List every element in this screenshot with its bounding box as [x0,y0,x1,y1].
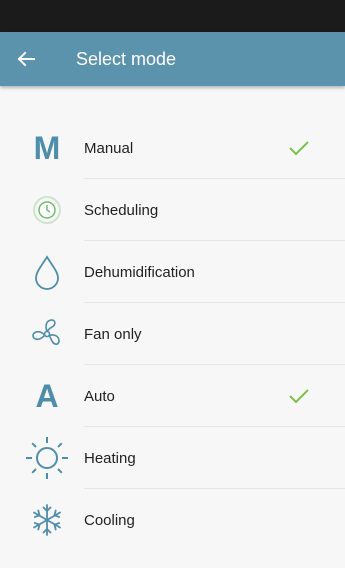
mode-label: Heating [84,449,136,467]
mode-list: M Manual Scheduling Dehumidification Fan… [0,117,345,551]
status-bar [0,0,345,32]
droplet-icon [21,246,73,298]
app-bar: Select mode [0,32,345,86]
clock-icon [21,184,73,236]
checkmark-icon [289,389,309,404]
mode-fan-only[interactable]: Fan only [0,303,345,365]
mode-manual[interactable]: M Manual [0,117,345,179]
mode-auto[interactable]: A Auto [0,365,345,427]
snowflake-icon [21,494,73,546]
mode-dehumidification[interactable]: Dehumidification [0,241,345,303]
letter-a-icon: A [35,378,59,414]
letter-m-icon: M [33,130,61,166]
fan-icon [21,308,73,360]
mode-cooling[interactable]: Cooling [0,489,345,551]
mode-heating[interactable]: Heating [0,427,345,489]
arrow-left-icon [17,51,35,67]
mode-label: Cooling [84,511,135,529]
checkmark-icon [289,141,309,156]
mode-label: Scheduling [84,201,159,219]
back-button[interactable] [0,32,52,86]
mode-scheduling[interactable]: Scheduling [0,179,345,241]
mode-label: Dehumidification [84,263,195,281]
sun-icon [21,432,73,484]
mode-label: Fan only [84,325,142,343]
page-title: Select mode [76,49,177,69]
